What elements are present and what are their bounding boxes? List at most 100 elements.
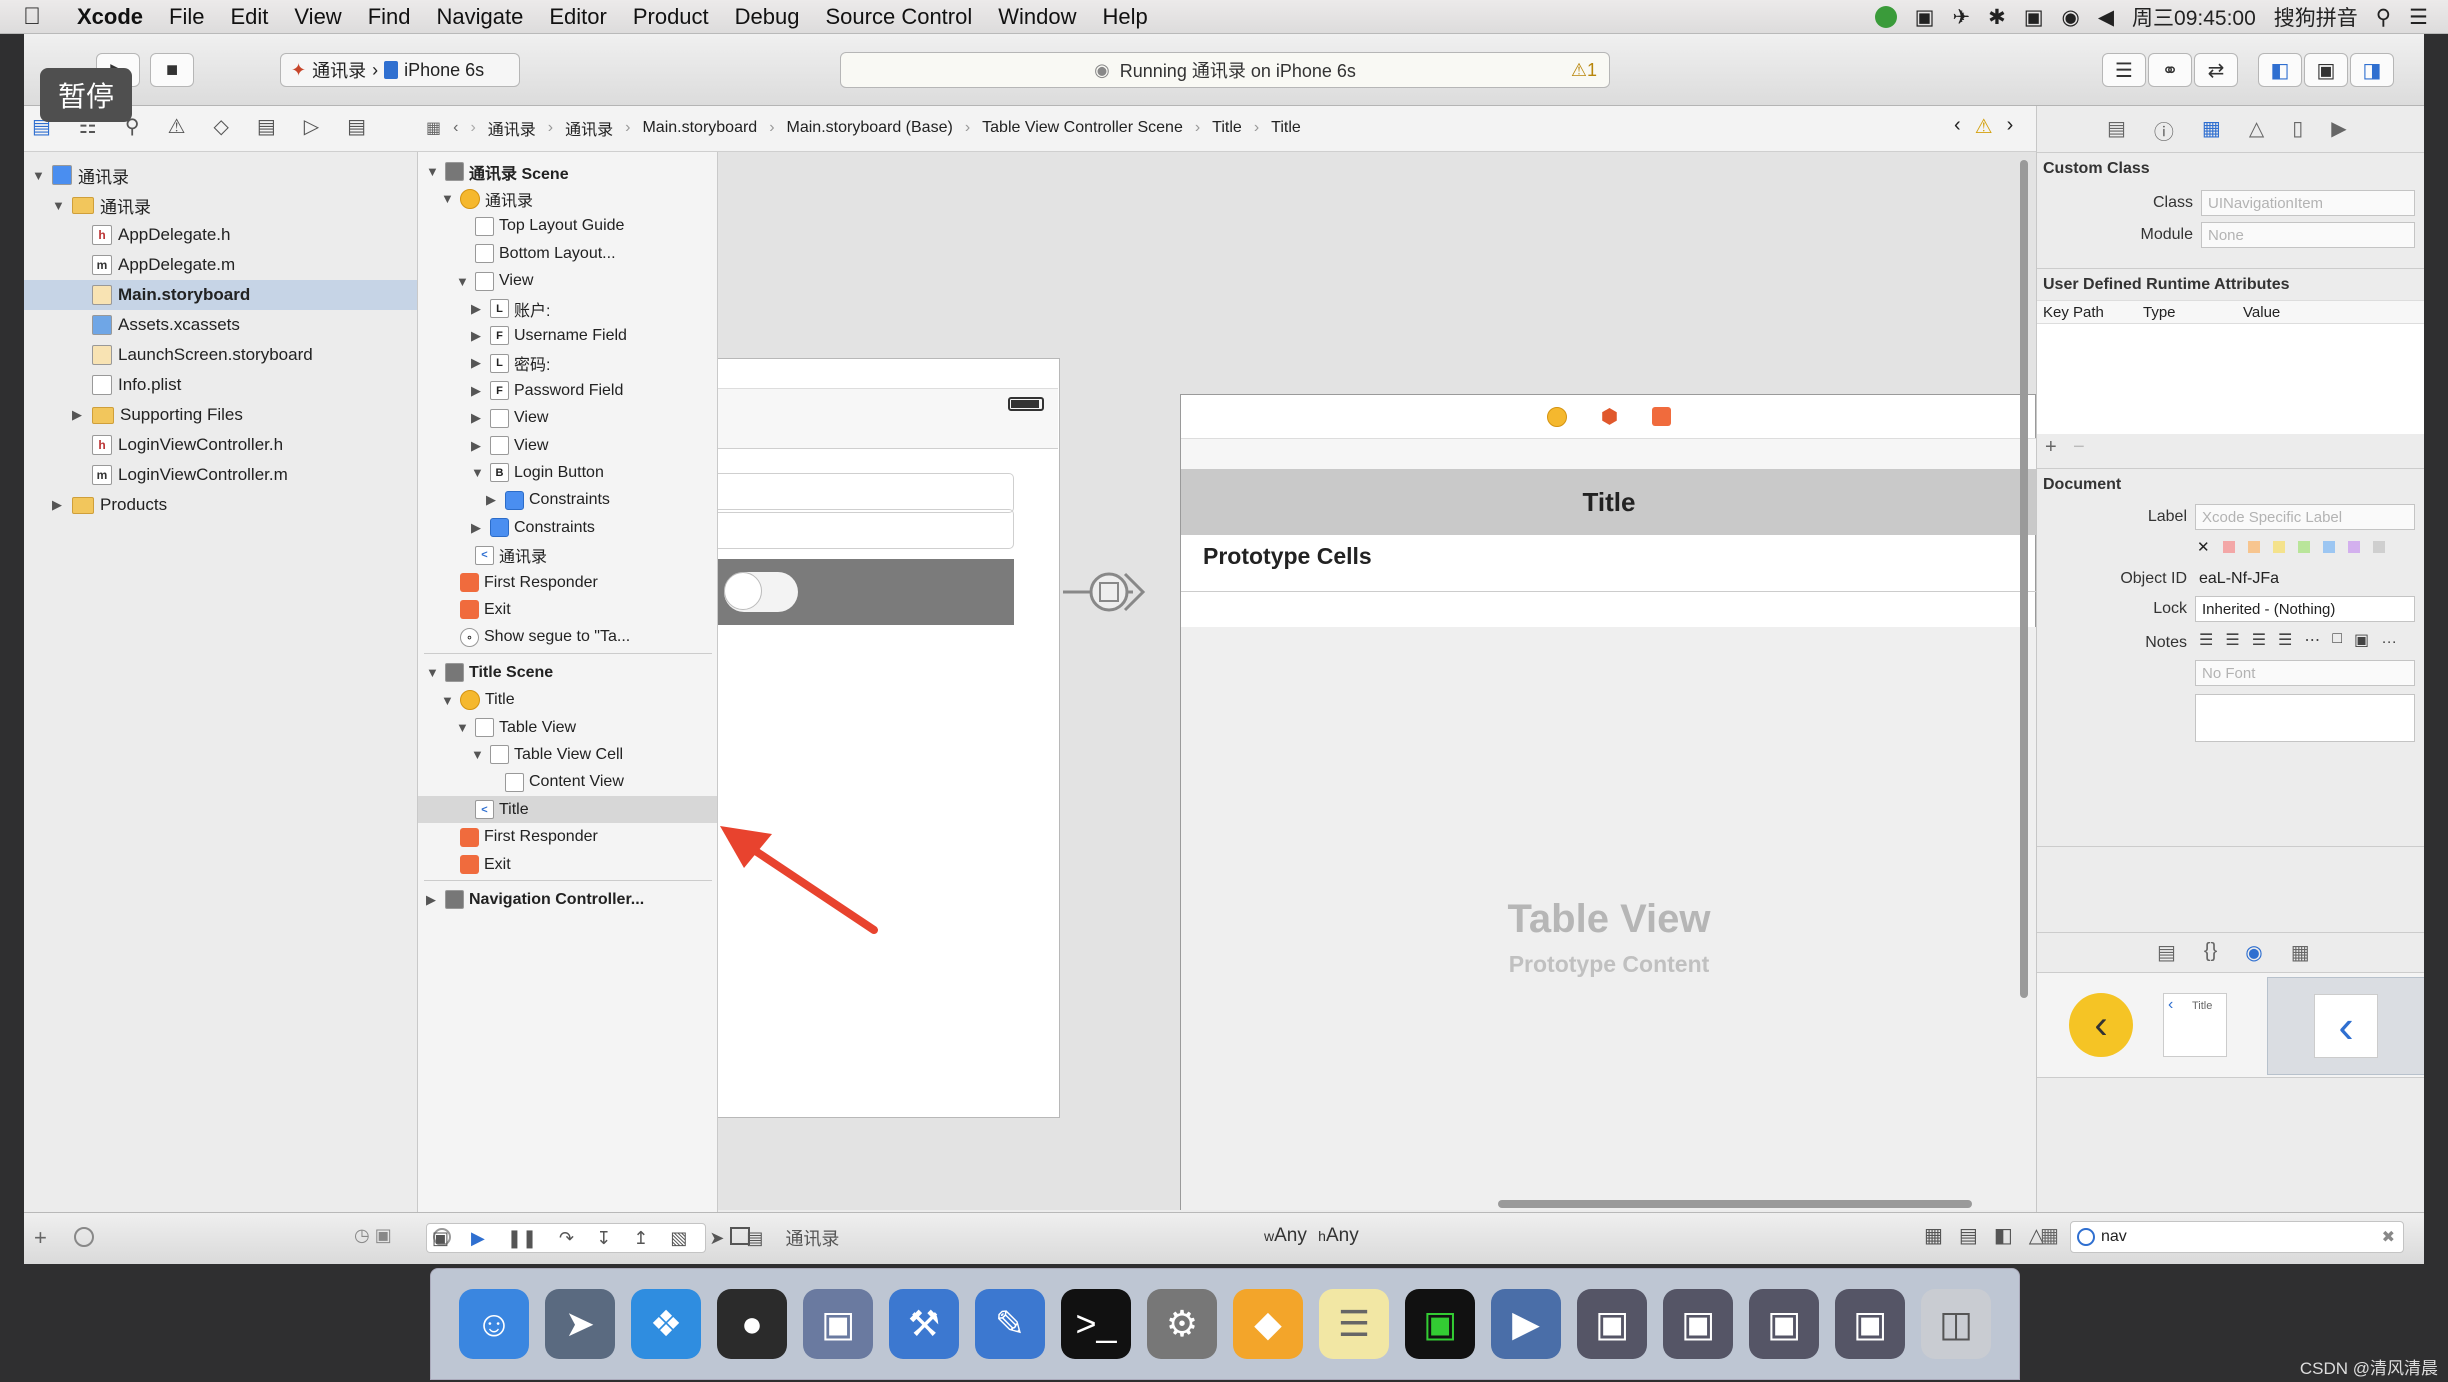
menu-find[interactable]: Find	[355, 4, 424, 30]
quicktime-icon[interactable]: ▶	[1491, 1289, 1561, 1359]
size-class-control[interactable]: wAny hAny	[1264, 1225, 1359, 1247]
standard-editor-button[interactable]: ☰	[2102, 53, 2146, 87]
nav-item[interactable]: h LoginViewController.h	[24, 430, 417, 460]
swatch-orange[interactable]	[2247, 541, 2260, 553]
add-file-button[interactable]: +	[34, 1225, 47, 1251]
disclosure-closed-icon[interactable]: ▶	[486, 492, 500, 508]
swatch-yellow[interactable]	[2272, 541, 2285, 553]
outline-item[interactable]: ▶ View	[418, 405, 717, 432]
nav-item[interactable]: Main.storyboard	[24, 280, 417, 310]
lock-icon[interactable]: ▣	[2024, 5, 2044, 30]
disclosure-open-icon[interactable]: ▼	[52, 198, 66, 213]
disclosure-open-icon[interactable]: ▼	[441, 191, 455, 206]
table-view[interactable]: Table View Prototype Content	[1181, 627, 2036, 1210]
view-controller-icon[interactable]	[1546, 406, 1567, 427]
outline-item[interactable]: Exit	[418, 596, 717, 623]
finder-icon[interactable]: ☺	[459, 1289, 529, 1359]
stack-icon[interactable]: ▦	[1924, 1223, 1943, 1248]
swatch-green[interactable]	[2297, 541, 2310, 553]
jump-controller[interactable]: Title	[1212, 119, 1242, 137]
notes-icon[interactable]: ☰	[1319, 1289, 1389, 1359]
airplane-icon[interactable]: ✈	[1952, 5, 1970, 30]
username-field[interactable]	[718, 473, 1014, 513]
nav-item[interactable]: Info.plist	[24, 370, 417, 400]
outline-item[interactable]: ▼ Table View	[418, 714, 717, 741]
object-library-icon[interactable]: ◉	[2245, 940, 2262, 965]
code-snippet-icon[interactable]: {}	[2204, 940, 2217, 965]
outline-item[interactable]: ▼ 通讯录 Scene	[418, 158, 717, 185]
stop-button[interactable]: ■	[150, 53, 194, 87]
warning-badge[interactable]: ⚠1	[1571, 60, 1597, 81]
separator-icon[interactable]: ⋯	[2304, 630, 2320, 650]
prev-issue-icon[interactable]: ‹	[1954, 114, 1961, 139]
label-field[interactable]: Xcode Specific Label	[2195, 504, 2415, 530]
nav-item[interactable]: h AppDelegate.h	[24, 220, 417, 250]
disclosure-closed-icon[interactable]: ▶	[471, 301, 485, 317]
align-center-icon[interactable]: ☰	[2225, 630, 2239, 650]
bluetooth-icon[interactable]: ✱	[1988, 5, 2006, 30]
disclosure-closed-icon[interactable]: ▶	[52, 497, 66, 513]
menu-debug[interactable]: Debug	[722, 4, 813, 30]
filter-icon[interactable]	[74, 1227, 94, 1247]
more-icon[interactable]: …	[2381, 630, 2397, 650]
outline-item[interactable]: Content View	[418, 769, 717, 796]
disclosure-open-icon[interactable]: ▼	[426, 665, 440, 680]
outline-item[interactable]: < Title	[418, 796, 717, 824]
swatch-blue[interactable]	[2322, 541, 2335, 553]
nav-item[interactable]: LaunchScreen.storyboard	[24, 340, 417, 370]
menu-file[interactable]: File	[156, 4, 217, 30]
outline-item[interactable]: ▼ Table View Cell	[418, 741, 717, 768]
size-inspector-icon[interactable]: ▯	[2292, 116, 2303, 145]
debug-target[interactable]: 通讯录	[785, 1225, 839, 1251]
jump-group[interactable]: 通讯录	[565, 116, 613, 140]
vertical-scrollbar[interactable]	[2020, 160, 2028, 998]
related-items-icon[interactable]: ▦	[426, 118, 441, 138]
outline-item[interactable]: Top Layout Guide	[418, 213, 717, 240]
disclosure-closed-icon[interactable]: ▶	[471, 410, 485, 426]
identity-inspector-icon[interactable]: ▦	[2202, 116, 2221, 145]
menu-window[interactable]: Window	[985, 4, 1089, 30]
wifi-icon[interactable]: ◉	[2062, 5, 2080, 30]
outline-item[interactable]: First Responder	[418, 824, 717, 851]
segue-arrow[interactable]	[1063, 562, 1153, 622]
disclosure-closed-icon[interactable]: ▶	[471, 328, 485, 344]
jump-item[interactable]: Title	[1271, 119, 1301, 137]
disclosure-open-icon[interactable]: ▼	[32, 168, 46, 183]
navigation-bar[interactable]: Title	[1181, 469, 2036, 535]
first-responder-icon[interactable]: ⬢	[1601, 404, 1618, 429]
safari-icon[interactable]: ❖	[631, 1289, 701, 1359]
outline-item[interactable]: < 通讯录	[418, 542, 717, 569]
password-field[interactable]	[718, 509, 1014, 549]
outline-item[interactable]: ▶ View	[418, 432, 717, 459]
horizontal-scrollbar[interactable]	[1498, 1200, 1972, 1208]
disclosure-closed-icon[interactable]: ▶	[471, 383, 485, 399]
pause-icon[interactable]: ❚❚	[507, 1228, 537, 1249]
nav-item[interactable]: m AppDelegate.m	[24, 250, 417, 280]
scheme-selector[interactable]: ✦ 通讯录 › iPhone 6s	[280, 53, 520, 87]
jump-scene[interactable]: Table View Controller Scene	[982, 119, 1183, 137]
outline-item[interactable]: First Responder	[418, 569, 717, 596]
issue-warning-icon[interactable]: ⚠	[1975, 114, 1993, 139]
clear-label-icon[interactable]: ✕	[2197, 538, 2210, 556]
screen-4-icon[interactable]: ▣	[1835, 1289, 1905, 1359]
screen-3-icon[interactable]: ▣	[1749, 1289, 1819, 1359]
step-out-icon[interactable]: ↥	[633, 1228, 648, 1249]
screen-1-icon[interactable]: ▣	[1577, 1289, 1647, 1359]
disclosure-closed-icon[interactable]: ▶	[471, 520, 485, 536]
version-editor-button[interactable]: ⇄	[2194, 53, 2238, 87]
disclosure-open-icon[interactable]: ▼	[441, 693, 455, 708]
align-right-icon[interactable]: ☰	[2252, 630, 2266, 650]
disclosure-open-icon[interactable]: ▼	[456, 720, 470, 735]
remove-attribute-button[interactable]: −	[2073, 436, 2085, 459]
outline-item[interactable]: ▼ B Login Button	[418, 459, 717, 486]
exit-icon[interactable]	[1652, 407, 1672, 426]
outline-item[interactable]: ▼ Title	[418, 687, 717, 714]
outline-item[interactable]: ▶ L 账户:	[418, 295, 717, 322]
outline-item[interactable]: ▶ Navigation Controller...	[418, 886, 717, 913]
clock[interactable]: 周三09:45:00	[2132, 2, 2256, 32]
navigation-bar-item[interactable]: ‹ Title	[2163, 993, 2227, 1057]
align-icon[interactable]: ▤	[1959, 1223, 1978, 1248]
nav-item[interactable]: ▶ Supporting Files	[24, 400, 417, 430]
apple-icon[interactable]: 	[0, 3, 64, 31]
spotlight-icon[interactable]: ⚲	[2376, 5, 2391, 30]
